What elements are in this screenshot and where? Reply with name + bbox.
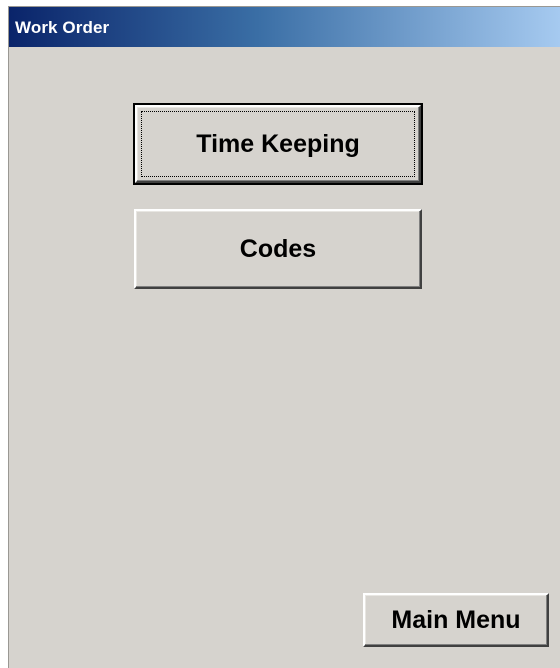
main-menu-button[interactable]: Main Menu bbox=[363, 593, 549, 647]
main-menu-button-label: Main Menu bbox=[391, 605, 521, 634]
work-order-window: Work Order Time Keeping Codes Main Menu bbox=[8, 6, 560, 668]
codes-button-label: Codes bbox=[239, 234, 317, 263]
codes-button[interactable]: Codes bbox=[134, 209, 422, 289]
time-keeping-button-label: Time Keeping bbox=[196, 129, 360, 158]
time-keeping-button[interactable]: Time Keeping bbox=[133, 103, 423, 185]
window-title: Work Order bbox=[15, 18, 110, 37]
title-bar[interactable]: Work Order bbox=[9, 7, 560, 47]
